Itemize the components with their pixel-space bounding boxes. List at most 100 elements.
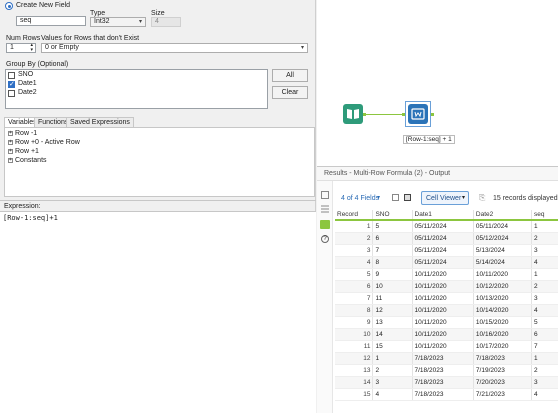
- column-header-seq[interactable]: seq: [530, 210, 558, 221]
- clear-button[interactable]: Clear: [272, 86, 308, 99]
- column-header-sno[interactable]: SNO: [372, 210, 413, 221]
- table-cell-date1[interactable]: 10/11/2020: [411, 316, 474, 329]
- table-view-icon[interactable]: [321, 191, 329, 199]
- type-dropdown[interactable]: Int32 ▾: [90, 17, 146, 27]
- table-cell-seq[interactable]: 2: [530, 280, 558, 293]
- table-cell-seq[interactable]: 1: [530, 268, 558, 281]
- table-cell-seq[interactable]: 4: [530, 304, 558, 317]
- table-cell-sno[interactable]: 15: [372, 340, 413, 353]
- table-cell-date2[interactable]: 10/16/2020: [472, 328, 532, 341]
- table-row[interactable]: 7 11 10/11/2020 10/13/2020 3: [335, 292, 558, 305]
- expand-icon[interactable]: +: [8, 148, 13, 154]
- table-cell-sno[interactable]: 5: [372, 220, 413, 233]
- table-row[interactable]: 15 4 7/18/2023 7/21/2023 4: [335, 388, 558, 401]
- expand-icon[interactable]: +: [8, 130, 13, 136]
- table-row[interactable]: 6 10 10/11/2020 10/12/2020 2: [335, 280, 558, 293]
- group-by-checkbox-date1[interactable]: [8, 80, 15, 88]
- table-cell-date1[interactable]: 10/11/2020: [411, 340, 474, 353]
- table-cell-record[interactable]: 6: [335, 280, 373, 293]
- connector-line[interactable]: [366, 114, 402, 115]
- column-header-date2[interactable]: Date2: [472, 210, 532, 221]
- table-cell-date1[interactable]: 05/11/2024: [411, 244, 474, 257]
- table-cell-record[interactable]: 13: [335, 364, 373, 377]
- table-cell-seq[interactable]: 4: [530, 256, 558, 269]
- table-cell-seq[interactable]: 3: [530, 376, 558, 389]
- table-cell-sno[interactable]: 10: [372, 280, 413, 293]
- output-anchor[interactable]: [431, 113, 434, 116]
- edit-icon[interactable]: [392, 194, 399, 201]
- table-cell-record[interactable]: 10: [335, 328, 373, 341]
- group-by-checkbox-date2[interactable]: [8, 90, 15, 97]
- table-cell-date1[interactable]: 05/11/2024: [411, 256, 474, 269]
- table-row[interactable]: 14 3 7/18/2023 7/20/2023 3: [335, 376, 558, 389]
- table-cell-record[interactable]: 9: [335, 316, 373, 329]
- table-cell-date1[interactable]: 7/18/2023: [411, 388, 474, 401]
- table-cell-seq[interactable]: 3: [530, 244, 558, 257]
- table-cell-sno[interactable]: 2: [372, 364, 413, 377]
- table-cell-seq[interactable]: 2: [530, 232, 558, 245]
- table-row[interactable]: 11 15 10/11/2020 10/17/2020 7: [335, 340, 558, 353]
- pane-splitter[interactable]: [0, 200, 316, 201]
- table-cell-date2[interactable]: 7/19/2023: [472, 364, 532, 377]
- expand-icon[interactable]: +: [8, 157, 13, 163]
- expand-icon[interactable]: +: [8, 139, 13, 145]
- select-all-button[interactable]: All: [272, 69, 308, 82]
- copy-icon[interactable]: ⎘: [479, 193, 485, 203]
- table-cell-record[interactable]: 8: [335, 304, 373, 317]
- num-rows-stepper[interactable]: 1 ▴ ▾: [6, 43, 36, 53]
- table-row[interactable]: 12 1 7/18/2023 7/18/2023 1: [335, 352, 558, 365]
- table-cell-sno[interactable]: 7: [372, 244, 413, 257]
- table-row[interactable]: 2 6 05/11/2024 05/12/2024 2: [335, 232, 558, 245]
- results-grid[interactable]: Record SNO Date1 Date2 seq 1 5 05/11/2024 0…: [335, 210, 558, 413]
- column-header-record[interactable]: Record: [335, 210, 373, 221]
- tree-node-row-plus-1[interactable]: + Row +1: [8, 148, 39, 156]
- multi-row-formula-icon[interactable]: [408, 104, 428, 124]
- table-cell-date2[interactable]: 10/17/2020: [472, 340, 532, 353]
- table-cell-sno[interactable]: 6: [372, 232, 413, 245]
- workflow-canvas[interactable]: [Row-1:seq] + 1: [317, 0, 558, 166]
- chevron-down-icon[interactable]: ▾: [377, 194, 380, 201]
- table-cell-sno[interactable]: 8: [372, 256, 413, 269]
- book-icon[interactable]: [343, 104, 363, 124]
- table-cell-date1[interactable]: 10/11/2020: [411, 328, 474, 341]
- table-cell-seq[interactable]: 7: [530, 340, 558, 353]
- table-cell-sno[interactable]: 4: [372, 388, 413, 401]
- table-cell-seq[interactable]: 5: [530, 316, 558, 329]
- table-cell-record[interactable]: 12: [335, 352, 373, 365]
- filter-icon[interactable]: [404, 194, 411, 201]
- table-row[interactable]: 9 13 10/11/2020 10/15/2020 5: [335, 316, 558, 329]
- table-row[interactable]: 5 9 10/11/2020 10/11/2020 1: [335, 268, 558, 281]
- table-cell-date1[interactable]: 7/18/2023: [411, 364, 474, 377]
- cell-viewer-dropdown[interactable]: Cell Viewer ▾: [421, 191, 469, 205]
- table-cell-seq[interactable]: 1: [530, 220, 558, 233]
- table-cell-seq[interactable]: 6: [530, 328, 558, 341]
- table-cell-date2[interactable]: 7/20/2023: [472, 376, 532, 389]
- column-header-date1[interactable]: Date1: [411, 210, 474, 221]
- table-cell-date2[interactable]: 10/12/2020: [472, 280, 532, 293]
- table-cell-seq[interactable]: 2: [530, 364, 558, 377]
- table-row[interactable]: 13 2 7/18/2023 7/19/2023 2: [335, 364, 558, 377]
- create-new-field-radio[interactable]: [5, 2, 13, 10]
- table-cell-sno[interactable]: 14: [372, 328, 413, 341]
- table-cell-sno[interactable]: 1: [372, 352, 413, 365]
- data-view-icon[interactable]: [320, 220, 330, 229]
- table-cell-record[interactable]: 4: [335, 256, 373, 269]
- table-cell-record[interactable]: 1: [335, 220, 373, 233]
- table-cell-sno[interactable]: 3: [372, 376, 413, 389]
- table-cell-record[interactable]: 7: [335, 292, 373, 305]
- table-cell-date2[interactable]: 7/18/2023: [472, 352, 532, 365]
- table-row[interactable]: 10 14 10/11/2020 10/16/2020 6: [335, 328, 558, 341]
- table-row[interactable]: 3 7 05/11/2024 5/13/2024 3: [335, 244, 558, 257]
- tree-node-constants[interactable]: + Constants: [8, 157, 47, 165]
- table-cell-date1[interactable]: 10/11/2020: [411, 280, 474, 293]
- table-cell-record[interactable]: 2: [335, 232, 373, 245]
- table-cell-record[interactable]: 15: [335, 388, 373, 401]
- missing-rows-dropdown[interactable]: 0 or Empty ▾: [41, 43, 308, 53]
- table-cell-seq[interactable]: 1: [530, 352, 558, 365]
- stepper-arrows-icon[interactable]: ▴ ▾: [30, 43, 33, 53]
- table-cell-date2[interactable]: 10/15/2020: [472, 316, 532, 329]
- table-cell-date2[interactable]: 5/13/2024: [472, 244, 532, 257]
- table-cell-date1[interactable]: 10/11/2020: [411, 304, 474, 317]
- table-row[interactable]: 8 12 10/11/2020 10/14/2020 4: [335, 304, 558, 317]
- help-icon[interactable]: ?: [321, 235, 329, 243]
